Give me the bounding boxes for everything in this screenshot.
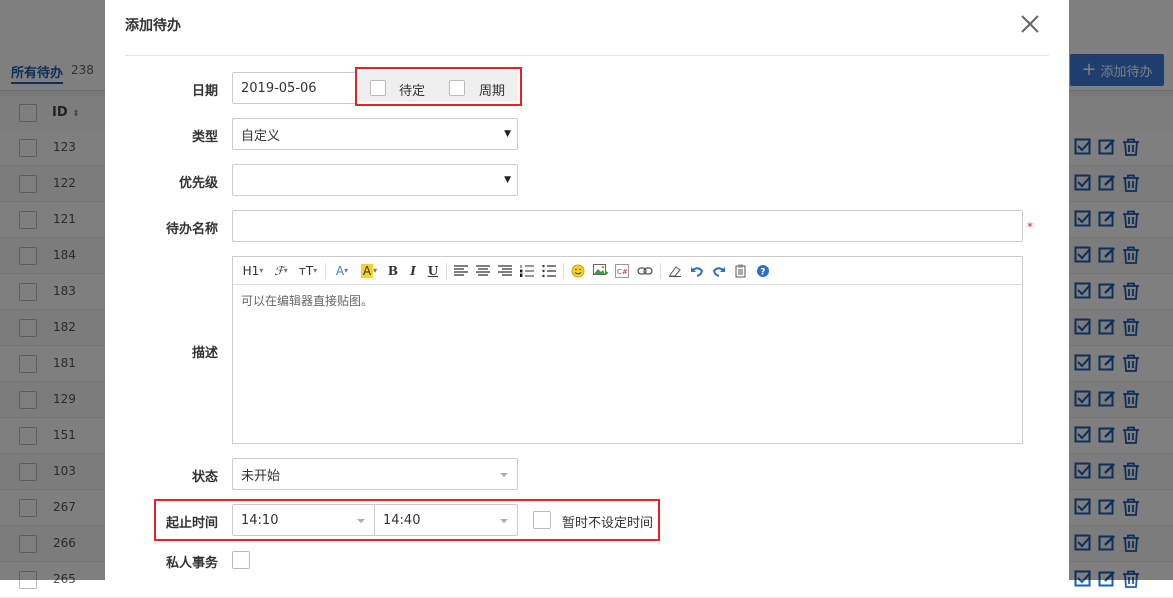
font-family-button[interactable]: ℱ ▾ bbox=[271, 261, 291, 281]
heading-text: H1 bbox=[242, 263, 260, 278]
size-text: тT bbox=[298, 263, 314, 278]
start-time-select[interactable]: 14:10 bbox=[232, 504, 375, 536]
start-time-value: 14:10 bbox=[241, 512, 279, 528]
dropdown-arrow-icon bbox=[500, 519, 508, 523]
code-icon[interactable]: C# bbox=[614, 261, 630, 281]
required-mark: * bbox=[1027, 220, 1033, 234]
priority-select[interactable]: ▼ bbox=[232, 164, 518, 196]
pending-label: 待定 bbox=[399, 84, 426, 99]
toolbar-separator bbox=[563, 262, 564, 279]
italic-button[interactable]: I bbox=[406, 261, 420, 281]
pending-checkbox[interactable] bbox=[370, 80, 386, 96]
recurring-checkbox[interactable] bbox=[449, 80, 465, 96]
unordered-list-icon[interactable] bbox=[541, 261, 557, 281]
svg-text:?: ? bbox=[760, 267, 765, 277]
type-label: 类型 bbox=[191, 130, 218, 145]
emoji-icon[interactable] bbox=[570, 261, 586, 281]
type-select[interactable]: 自定义 ▼ bbox=[232, 118, 518, 150]
no-time-label: 暂时不设定时间 bbox=[562, 516, 654, 531]
dialog-title: 添加待办 bbox=[125, 18, 181, 34]
recurring-label: 周期 bbox=[479, 84, 506, 99]
status-select[interactable]: 未开始 bbox=[232, 458, 518, 490]
align-center-icon[interactable] bbox=[475, 261, 491, 281]
toolbar-separator bbox=[325, 262, 326, 279]
toolbar-separator bbox=[446, 262, 447, 279]
dropdown-arrow-icon: ▼ bbox=[504, 175, 511, 185]
font-text: ℱ bbox=[274, 263, 284, 278]
eraser-icon[interactable] bbox=[667, 261, 683, 281]
no-time-checkbox[interactable] bbox=[533, 511, 551, 529]
private-label: 私人事务 bbox=[165, 556, 218, 571]
caret-icon: ▾ bbox=[259, 266, 264, 275]
todo-name-label: 待办名称 bbox=[165, 222, 218, 237]
todo-name-input[interactable] bbox=[232, 210, 1023, 242]
link-icon[interactable] bbox=[636, 261, 654, 281]
ordered-list-icon[interactable] bbox=[519, 261, 535, 281]
dropdown-arrow-icon: ▼ bbox=[504, 129, 511, 139]
align-left-icon[interactable] bbox=[453, 261, 469, 281]
status-label: 状态 bbox=[191, 470, 218, 485]
caret-icon: ▾ bbox=[283, 266, 288, 275]
font-color-button[interactable]: A ▾ bbox=[332, 261, 352, 281]
dropdown-arrow-icon bbox=[357, 519, 365, 523]
type-value: 自定义 bbox=[241, 128, 281, 144]
status-value: 未开始 bbox=[241, 468, 281, 484]
editor-content[interactable]: 可以在编辑器直接贴图。 bbox=[233, 285, 1022, 316]
heading-button[interactable]: H1 ▾ bbox=[241, 261, 265, 281]
paste-icon[interactable] bbox=[733, 261, 749, 281]
undo-icon[interactable] bbox=[689, 261, 705, 281]
caret-icon: ▾ bbox=[344, 266, 349, 275]
close-icon[interactable] bbox=[1018, 12, 1042, 36]
help-icon[interactable]: ? bbox=[755, 261, 771, 281]
align-right-icon[interactable] bbox=[497, 261, 513, 281]
background-color-button[interactable]: A ▾ bbox=[358, 261, 380, 281]
svg-text:C#: C# bbox=[617, 268, 628, 276]
editor-toolbar: H1 ▾ ℱ ▾ тT ▾ A ▾ A ▾ B I U C# ? bbox=[233, 257, 1022, 285]
font-size-button[interactable]: тT ▾ bbox=[297, 261, 319, 281]
redo-icon[interactable] bbox=[711, 261, 727, 281]
description-label: 描述 bbox=[191, 346, 218, 361]
caret-icon: ▾ bbox=[313, 266, 318, 275]
font-color-text: A bbox=[335, 263, 345, 278]
private-checkbox[interactable] bbox=[232, 551, 250, 569]
dropdown-arrow-icon bbox=[500, 473, 508, 477]
rich-text-editor: H1 ▾ ℱ ▾ тT ▾ A ▾ A ▾ B I U C# ? 可以在编辑器直… bbox=[232, 256, 1023, 444]
toolbar-separator bbox=[660, 262, 661, 279]
caret-icon: ▾ bbox=[373, 266, 378, 275]
priority-label: 优先级 bbox=[178, 176, 218, 191]
date-label: 日期 bbox=[191, 84, 218, 99]
bold-button[interactable]: B bbox=[386, 261, 400, 281]
image-icon[interactable] bbox=[592, 261, 608, 281]
add-todo-dialog: 添加待办 日期 2019-05-06 待定 周期 类型 自定义 ▼ 优先级 ▼ … bbox=[105, 0, 1069, 580]
end-time-value: 14:40 bbox=[383, 512, 421, 528]
bg-color-text: A bbox=[360, 263, 374, 278]
date-input[interactable]: 2019-05-06 bbox=[232, 72, 357, 104]
dialog-divider bbox=[125, 55, 1049, 56]
end-time-select[interactable]: 14:40 bbox=[374, 504, 518, 536]
underline-button[interactable]: U bbox=[426, 261, 440, 281]
time-range-label: 起止时间 bbox=[165, 516, 218, 531]
